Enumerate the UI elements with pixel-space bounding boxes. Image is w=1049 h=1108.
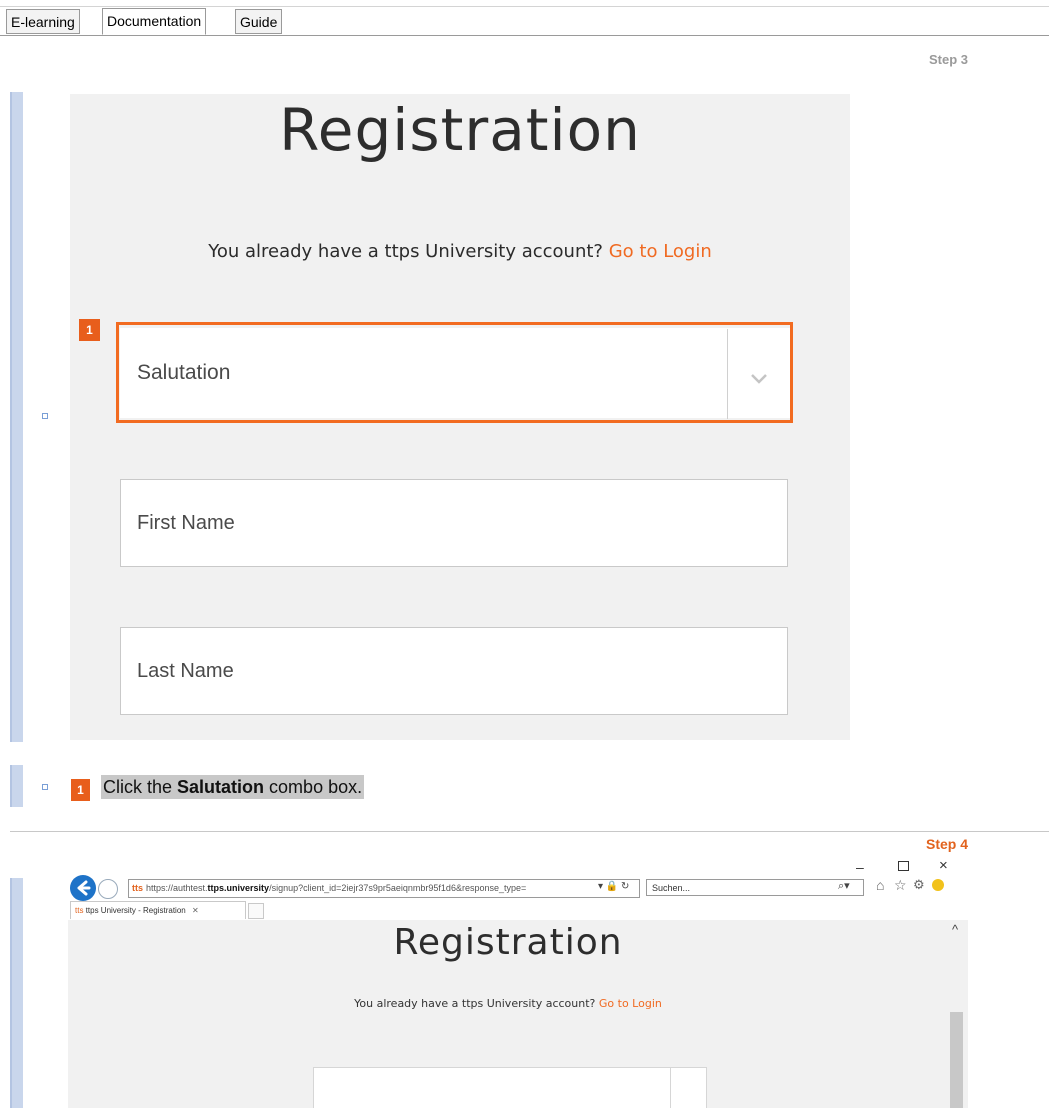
bullet-icon: [42, 413, 48, 419]
top-border: [0, 6, 1049, 7]
favorites-icon[interactable]: ☆: [894, 877, 907, 894]
lock-refresh-icon[interactable]: ▾ 🔒 ↻: [598, 881, 629, 892]
tab-close-icon[interactable]: ✕: [188, 906, 199, 915]
instruction-prefix: Click the: [103, 777, 178, 797]
search-placeholder: Suchen...: [652, 883, 691, 893]
instruction-marker-badge: 1: [71, 779, 90, 801]
chevron-down-icon[interactable]: [728, 329, 791, 419]
go-to-login-link[interactable]: Go to Login: [609, 241, 712, 262]
home-icon[interactable]: ⌂: [876, 877, 884, 893]
scroll-up-icon[interactable]: ^: [952, 922, 958, 937]
bullet-icon: [42, 784, 48, 790]
first-name-field[interactable]: First Name: [120, 479, 788, 567]
scrollbar-thumb[interactable]: [950, 1012, 963, 1108]
smiley-icon[interactable]: [932, 879, 944, 891]
close-icon[interactable]: ×: [939, 857, 948, 874]
forward-icon[interactable]: [98, 879, 118, 899]
step-3-indent-bar: [10, 92, 23, 742]
step-3-label: Step 3: [929, 52, 969, 67]
address-bar[interactable]: tts https://authtest.ttps.university/sign…: [128, 879, 640, 898]
tab-documentation[interactable]: Documentation: [102, 8, 207, 35]
tab-e-learning[interactable]: E-learning: [6, 9, 80, 34]
instruction-bold: Salutation: [177, 777, 265, 797]
back-icon[interactable]: [70, 875, 96, 901]
browser-salutation-field[interactable]: [313, 1067, 671, 1108]
tab-baseline: [0, 35, 1049, 36]
browser-go-to-login-link[interactable]: Go to Login: [599, 997, 662, 1010]
account-prompt-text: You already have a ttps University accou…: [208, 241, 603, 262]
step-4-label: Step 4: [926, 836, 969, 852]
site-favicon-icon: tts: [132, 883, 143, 893]
browser-combo-arrow[interactable]: [671, 1067, 707, 1108]
browser-account-prompt: You already have a ttps University accou…: [68, 997, 948, 1010]
last-name-field[interactable]: Last Name: [120, 627, 788, 715]
settings-icon[interactable]: ⚙: [913, 877, 925, 893]
browser-screenshot: – × tts https://authtest.ttps.university/…: [68, 857, 968, 1108]
marker-badge: 1: [79, 319, 100, 341]
browser-registration-title: Registration: [393, 922, 623, 963]
maximize-icon[interactable]: [898, 861, 909, 871]
instruction-text: Click the Salutation combo box.: [101, 775, 365, 799]
salutation-combo-box[interactable]: Salutation: [120, 328, 791, 419]
url-prefix: https://authtest.: [146, 883, 208, 893]
search-box[interactable]: Suchen...: [646, 879, 864, 896]
registration-title: Registration: [279, 96, 641, 164]
first-name-placeholder: First Name: [137, 511, 235, 534]
url-rest: /signup?client_id=2iejr37s9pr5aeiqnmbr95…: [269, 883, 527, 893]
new-tab-icon[interactable]: [248, 903, 264, 919]
browser-tab-title: ttps University - Registration: [85, 906, 186, 915]
tab-guide[interactable]: Guide: [235, 9, 283, 34]
tab-bar: E-learning Documentation Guide: [0, 0, 1049, 40]
minimize-icon[interactable]: –: [856, 859, 870, 875]
instruction-suffix: combo box.: [264, 777, 363, 797]
instruction-indent-bar: [10, 765, 23, 807]
account-prompt: You already have a ttps University accou…: [70, 241, 850, 262]
salutation-label: Salutation: [137, 361, 231, 384]
step-4-indent-bar: [10, 878, 23, 1108]
browser-tab[interactable]: tts ttps University - Registration ✕: [70, 901, 246, 919]
search-icon[interactable]: ⌕▾: [838, 879, 850, 893]
browser-account-prompt-text: You already have a ttps University accou…: [354, 997, 596, 1010]
tab-favicon-icon: tts: [75, 906, 84, 915]
step-separator: [10, 831, 1049, 832]
last-name-placeholder: Last Name: [137, 659, 234, 682]
url-domain: ttps.university: [207, 883, 270, 893]
